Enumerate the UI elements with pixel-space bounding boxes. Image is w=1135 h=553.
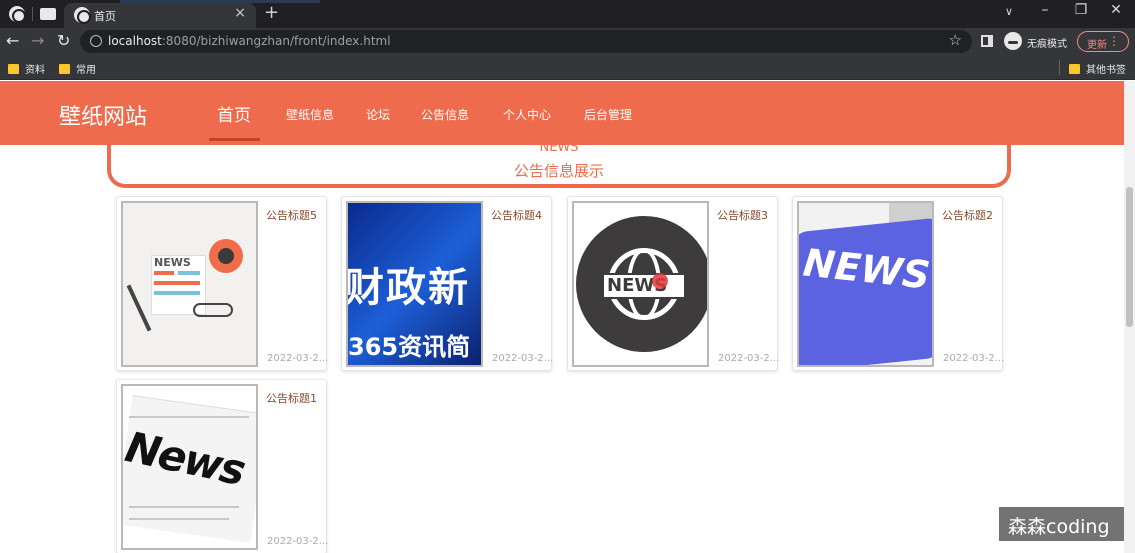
bookmarks-bar: 资料 常用 其他书签	[0, 55, 1135, 80]
nav-profile[interactable]: 个人中心	[503, 106, 551, 123]
star-icon[interactable]: ☆	[949, 31, 962, 49]
news-date: 2022-03-2...	[492, 353, 554, 364]
news-title[interactable]: 公告标题1	[266, 390, 317, 406]
site-header: 壁纸网站 首页 壁纸信息 论坛 公告信息 个人中心 后台管理	[0, 81, 1124, 145]
forward-icon[interactable]: →	[31, 31, 44, 50]
scrollbar-thumb[interactable]	[1126, 187, 1133, 327]
nav-wallpaper-info[interactable]: 壁纸信息	[286, 106, 334, 123]
tab-title: 首页	[94, 10, 116, 23]
news-title[interactable]: 公告标题3	[717, 207, 768, 223]
bookmark-other[interactable]: 其他书签	[1069, 61, 1126, 76]
news-date: 2022-03-2...	[267, 353, 329, 364]
cursor-icon	[652, 273, 668, 289]
new-tab-icon[interactable]: +	[264, 2, 279, 23]
glasses-icon	[193, 303, 233, 317]
nav-announcements[interactable]: 公告信息	[421, 106, 469, 123]
restore-icon[interactable]: ❐	[1066, 2, 1096, 18]
close-window-icon[interactable]: ✕	[1101, 2, 1131, 18]
incognito-label: 无痕模式	[1027, 39, 1067, 50]
line-shape	[154, 281, 200, 285]
watermark: 森森coding	[999, 507, 1124, 541]
section-title-en: NEWS	[539, 140, 579, 155]
chevron-down-icon[interactable]: ∨	[994, 5, 1024, 18]
info-icon[interactable]	[90, 35, 102, 47]
line-shape	[129, 506, 239, 508]
news-card[interactable]: NEWS 公告标题5 2022-03-2...	[116, 196, 329, 371]
section-header: NEWS 公告信息展示	[107, 140, 1011, 188]
browser-toolbar: ← → ↻ localhost:8080/bizhiwangzhan/front…	[0, 28, 1135, 55]
folder-icon	[8, 64, 19, 74]
folder-icon	[1069, 64, 1080, 74]
news-card[interactable]: News 公告标题1 2022-03-2...	[116, 379, 329, 553]
site-logo[interactable]: 壁纸网站	[59, 99, 147, 131]
nav-forum[interactable]: 论坛	[366, 106, 390, 123]
news-title[interactable]: 公告标题4	[491, 207, 542, 223]
line-shape	[154, 271, 174, 275]
news-thumbnail[interactable]: NEWS	[572, 201, 709, 367]
news-thumbnail[interactable]: NEWS	[121, 201, 258, 367]
globe-icon[interactable]	[9, 6, 26, 23]
minimize-icon[interactable]: –	[1030, 2, 1060, 18]
thumb-text: 365资讯简	[348, 333, 471, 361]
bookmark-folder-common[interactable]: 常用	[59, 61, 96, 76]
news-thumbnail[interactable]: NEWS	[797, 201, 934, 367]
news-title[interactable]: 公告标题5	[266, 207, 317, 223]
news-thumbnail[interactable]: News	[121, 384, 258, 550]
line-shape	[178, 271, 200, 275]
clock-icon	[209, 239, 243, 273]
bookmark-folder-resources[interactable]: 资料	[8, 61, 45, 76]
update-label: 更新	[1087, 40, 1107, 51]
pen-icon	[126, 284, 152, 332]
news-card[interactable]: NEWS 公告标题2 2022-03-2...	[792, 196, 1005, 371]
scrollbar[interactable]	[1124, 81, 1135, 553]
news-title[interactable]: 公告标题2	[942, 207, 993, 223]
line-shape	[154, 291, 200, 295]
nav-home[interactable]: 首页	[217, 101, 251, 126]
page-viewport: 壁纸网站 首页 壁纸信息 论坛 公告信息 个人中心 后台管理 NEWS 公告信息…	[0, 81, 1124, 553]
window-icon[interactable]	[40, 8, 56, 20]
update-button[interactable]: 更新 ⋮	[1077, 31, 1129, 52]
nav-admin[interactable]: 后台管理	[584, 106, 632, 123]
news-date: 2022-03-2...	[718, 353, 780, 364]
tab-active[interactable]: 首页 ×	[64, 3, 256, 28]
thumb-text: NEWS	[154, 256, 191, 269]
line-shape	[129, 416, 249, 418]
news-thumbnail[interactable]: 财政新 365资讯简	[346, 201, 483, 367]
reload-icon[interactable]: ↻	[57, 31, 70, 50]
news-card[interactable]: 财政新 365资讯简 公告标题4 2022-03-2...	[341, 196, 554, 371]
address-bar[interactable]: localhost:8080/bizhiwangzhan/front/index…	[80, 30, 972, 53]
side-panel-icon[interactable]	[981, 35, 993, 47]
globe-icon	[74, 7, 91, 24]
thumb-text: 财政新	[346, 265, 470, 311]
news-card[interactable]: NEWS 公告标题3 2022-03-2...	[567, 196, 780, 371]
more-icon[interactable]: ⋮	[1108, 34, 1120, 48]
tab-divider	[32, 7, 33, 21]
section-title-cn: 公告信息展示	[513, 162, 604, 180]
bookmark-divider	[1059, 60, 1060, 75]
url-text[interactable]: localhost:8080/bizhiwangzhan/front/index…	[108, 34, 391, 48]
browser-tab-strip: 首页 × + ∨ – ❐ ✕	[0, 0, 1135, 28]
folder-icon	[59, 64, 70, 74]
line-shape	[129, 518, 229, 520]
close-icon[interactable]: ×	[234, 5, 246, 21]
news-date: 2022-03-2...	[267, 536, 329, 547]
incognito-icon	[1004, 32, 1022, 50]
back-icon[interactable]: ←	[6, 31, 19, 50]
news-date: 2022-03-2...	[943, 353, 1005, 364]
